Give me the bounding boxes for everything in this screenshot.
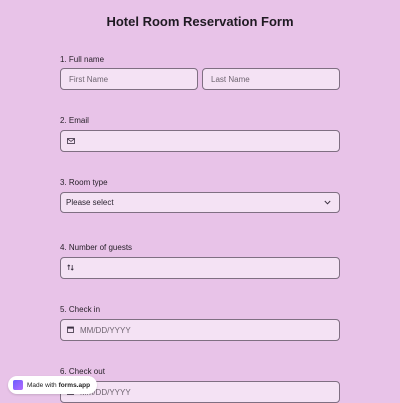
- form-title: Hotel Room Reservation Form: [106, 14, 294, 29]
- chevron-down-icon: [324, 198, 331, 207]
- check-in-label: 5. Check in: [60, 305, 101, 314]
- room-type-label: 3. Room type: [60, 178, 108, 187]
- forms-app-logo-icon: [13, 380, 23, 390]
- first-name-input[interactable]: First Name: [60, 68, 198, 90]
- calendar-icon: [67, 326, 74, 335]
- check-in-date-field[interactable]: MM/DD/YYYY: [60, 319, 340, 341]
- guests-stepper[interactable]: [60, 257, 340, 279]
- email-label: 2. Email: [60, 116, 89, 125]
- made-with-badge[interactable]: Made with forms.app: [8, 376, 98, 394]
- stepper-icon[interactable]: [67, 263, 74, 273]
- last-name-input[interactable]: Last Name: [202, 68, 340, 90]
- envelope-icon: [67, 137, 75, 146]
- guests-label: 4. Number of guests: [60, 243, 133, 252]
- full-name-label: 1. Full name: [60, 55, 105, 64]
- last-name-placeholder: Last Name: [211, 74, 250, 84]
- room-type-selected: Please select: [66, 198, 114, 207]
- email-field[interactable]: [60, 130, 340, 152]
- badge-brand: forms.app: [58, 381, 91, 389]
- room-type-select[interactable]: Please select: [60, 192, 340, 213]
- check-in-placeholder: MM/DD/YYYY: [80, 325, 131, 335]
- check-out-label: 6. Check out: [60, 367, 105, 376]
- badge-prefix: Made with: [27, 381, 57, 389]
- first-name-placeholder: First Name: [69, 74, 109, 84]
